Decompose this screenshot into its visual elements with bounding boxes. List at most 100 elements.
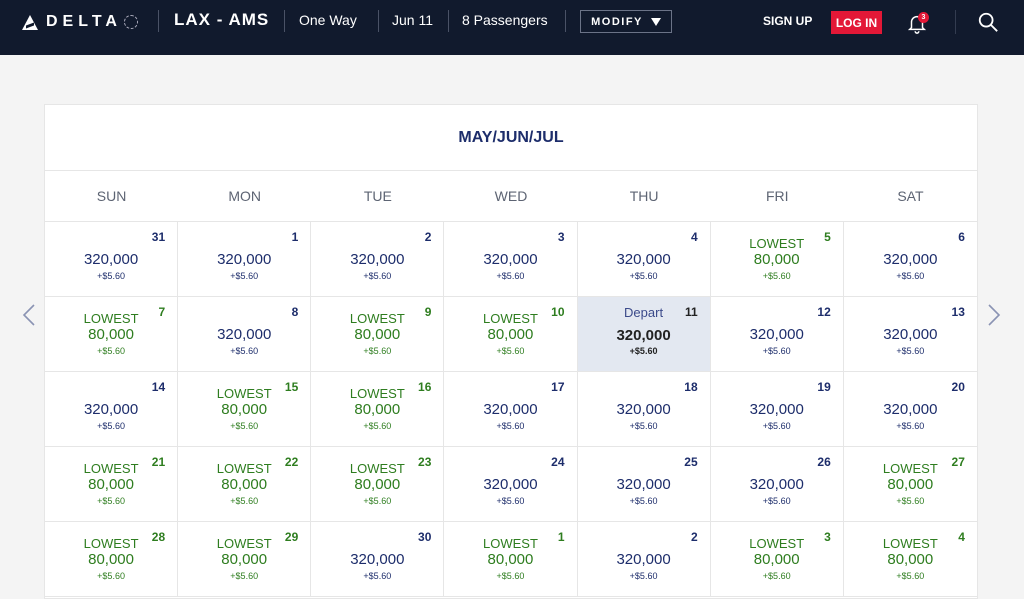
weekday-label: THU	[629, 188, 659, 204]
calendar-day[interactable]: 19 320,000 +$5.60	[710, 372, 844, 447]
calendar-day[interactable]: LOWEST 23 80,000 +$5.60	[311, 447, 445, 522]
tax-fee: +$5.60	[896, 346, 925, 356]
calendar-day[interactable]: LOWEST 22 80,000 +$5.60	[178, 447, 312, 522]
calendar-day[interactable]: LOWEST 16 80,000 +$5.60	[311, 372, 445, 447]
chevron-right-icon[interactable]	[987, 303, 1001, 327]
chevron-left-icon[interactable]	[22, 303, 36, 327]
day-number: 2	[690, 530, 698, 544]
travel-date: Jun 11	[392, 12, 433, 28]
modify-button[interactable]: MODIFY	[580, 10, 672, 33]
weekday-label: FRI	[765, 188, 789, 204]
divider	[565, 10, 566, 32]
calendar-day[interactable]: 6 320,000 +$5.60	[843, 222, 977, 297]
tax-fee: +$5.60	[496, 421, 525, 431]
tax-fee: +$5.60	[762, 571, 791, 581]
miles-price: 320,000	[483, 251, 538, 268]
calendar-day[interactable]: 2 320,000 +$5.60	[577, 522, 711, 597]
calendar-day[interactable]: 13 320,000 +$5.60	[843, 297, 977, 372]
route-label: LAX - AMS	[174, 10, 270, 29]
tax-fee: +$5.60	[230, 496, 259, 506]
day-number: 30	[418, 530, 432, 544]
day-number: 31	[151, 230, 166, 244]
calendar-day[interactable]: LOWEST 15 80,000 +$5.60	[178, 372, 312, 447]
miles-price: 80,000	[88, 476, 134, 493]
miles-price: 80,000	[753, 551, 800, 568]
day-number: 9	[424, 305, 432, 319]
search-icon[interactable]	[977, 11, 999, 33]
calendar-day[interactable]: 8 320,000 +$5.60	[178, 297, 312, 372]
day-number: 3	[557, 230, 565, 244]
day-number: 12	[817, 305, 831, 319]
weekday-header: SUN MON TUE WED THU FRI SAT	[45, 171, 977, 222]
miles-price: 320,000	[483, 401, 538, 418]
calendar-day[interactable]: 17 320,000 +$5.60	[444, 372, 578, 447]
tax-fee: +$5.60	[97, 271, 125, 281]
calendar-day[interactable]: LOWEST 28 80,000 +$5.60	[45, 522, 179, 597]
day-number: 22	[284, 455, 299, 469]
calendar-day[interactable]: 25 320,000 +$5.60	[577, 447, 711, 522]
miles-price: 320,000	[83, 251, 139, 268]
tax-fee: +$5.60	[363, 571, 392, 581]
weekday-label: TUE	[363, 188, 392, 204]
delta-logo[interactable]: DELTA	[22, 12, 138, 32]
calendar-day[interactable]: 20 320,000 +$5.60	[843, 372, 977, 447]
tax-fee: +$5.60	[896, 271, 925, 281]
miles-price: 80,000	[88, 551, 134, 568]
calendar-day[interactable]: 12 320,000 +$5.60	[710, 297, 844, 372]
calendar-day[interactable]: LOWEST 3 80,000 +$5.60	[710, 522, 844, 597]
calendar-day[interactable]: LOWEST 5 80,000 +$5.60	[710, 222, 844, 297]
day-number: 27	[951, 455, 965, 469]
calendar-day[interactable]: LOWEST 1 80,000 +$5.60	[444, 522, 578, 597]
calendar-day[interactable]: 24 320,000 +$5.60	[444, 447, 578, 522]
lowest-label: LOWEST	[749, 536, 805, 551]
calendar-day[interactable]: 2 320,000 +$5.60	[311, 222, 445, 297]
calendar-day[interactable]: 30 320,000 +$5.60	[311, 522, 445, 597]
calendar-day[interactable]: 18 320,000 +$5.60	[577, 372, 711, 447]
tax-fee: +$5.60	[896, 571, 925, 581]
tax-fee: +$5.60	[762, 421, 791, 431]
tax-fee: +$5.60	[97, 571, 125, 581]
calendar-day[interactable]: LOWEST 4 80,000 +$5.60	[843, 522, 977, 597]
day-number: 24	[551, 455, 565, 469]
day-number: 8	[291, 305, 299, 319]
calendar-day[interactable]: LOWEST 9 80,000 +$5.60	[311, 297, 445, 372]
divider	[378, 10, 379, 32]
miles-price: 80,000	[887, 551, 934, 568]
calendar-day[interactable]: 1 320,000 +$5.60	[178, 222, 312, 297]
weekday-label: SAT	[897, 188, 924, 204]
miles-price: 320,000	[616, 551, 671, 568]
tax-fee: +$5.60	[896, 496, 925, 506]
calendar-day[interactable]: LOWEST 29 80,000 +$5.60	[178, 522, 312, 597]
calendar-day[interactable]: LOWEST 7 80,000 +$5.60	[45, 297, 179, 372]
calendar-day[interactable]: LOWEST 27 80,000 +$5.60	[843, 447, 977, 522]
passenger-count: 8 Passengers	[462, 12, 548, 28]
calendar-day[interactable]: LOWEST 10 80,000 +$5.60	[444, 297, 578, 372]
day-number: 18	[684, 380, 698, 394]
miles-price: 80,000	[354, 476, 401, 493]
day-number: 19	[817, 380, 831, 394]
day-number: 21	[151, 455, 166, 469]
tax-fee: +$5.60	[629, 496, 658, 506]
calendar-day[interactable]: LOWEST 21 80,000 +$5.60	[45, 447, 179, 522]
calendar-day[interactable]: 26 320,000 +$5.60	[710, 447, 844, 522]
calendar-day[interactable]: 31 320,000 +$5.60	[45, 222, 179, 297]
miles-price: 80,000	[887, 476, 934, 493]
lowest-label: LOWEST	[482, 536, 538, 551]
day-number: 28	[151, 530, 166, 544]
weekday-label: MON	[228, 188, 262, 204]
sign-up-link[interactable]: SIGN UP	[763, 14, 812, 28]
modify-label: MODIFY	[591, 15, 643, 28]
calendar-day[interactable]: 4 320,000 +$5.60	[577, 222, 711, 297]
miles-price: 80,000	[487, 551, 534, 568]
miles-price: 80,000	[354, 401, 401, 418]
day-number: 1	[557, 530, 565, 544]
miles-price: 80,000	[753, 251, 800, 268]
calendar-day-selected[interactable]: Depart 11 320,000 +$5.60	[577, 297, 711, 372]
miles-price: 80,000	[487, 326, 534, 343]
lowest-label: LOWEST	[349, 311, 405, 326]
miles-price: 320,000	[616, 476, 671, 493]
day-number: 10	[551, 305, 565, 319]
log-in-button[interactable]: LOG IN	[831, 11, 882, 34]
calendar-day[interactable]: 3 320,000 +$5.60	[444, 222, 578, 297]
calendar-day[interactable]: 14 320,000 +$5.60	[45, 372, 179, 447]
